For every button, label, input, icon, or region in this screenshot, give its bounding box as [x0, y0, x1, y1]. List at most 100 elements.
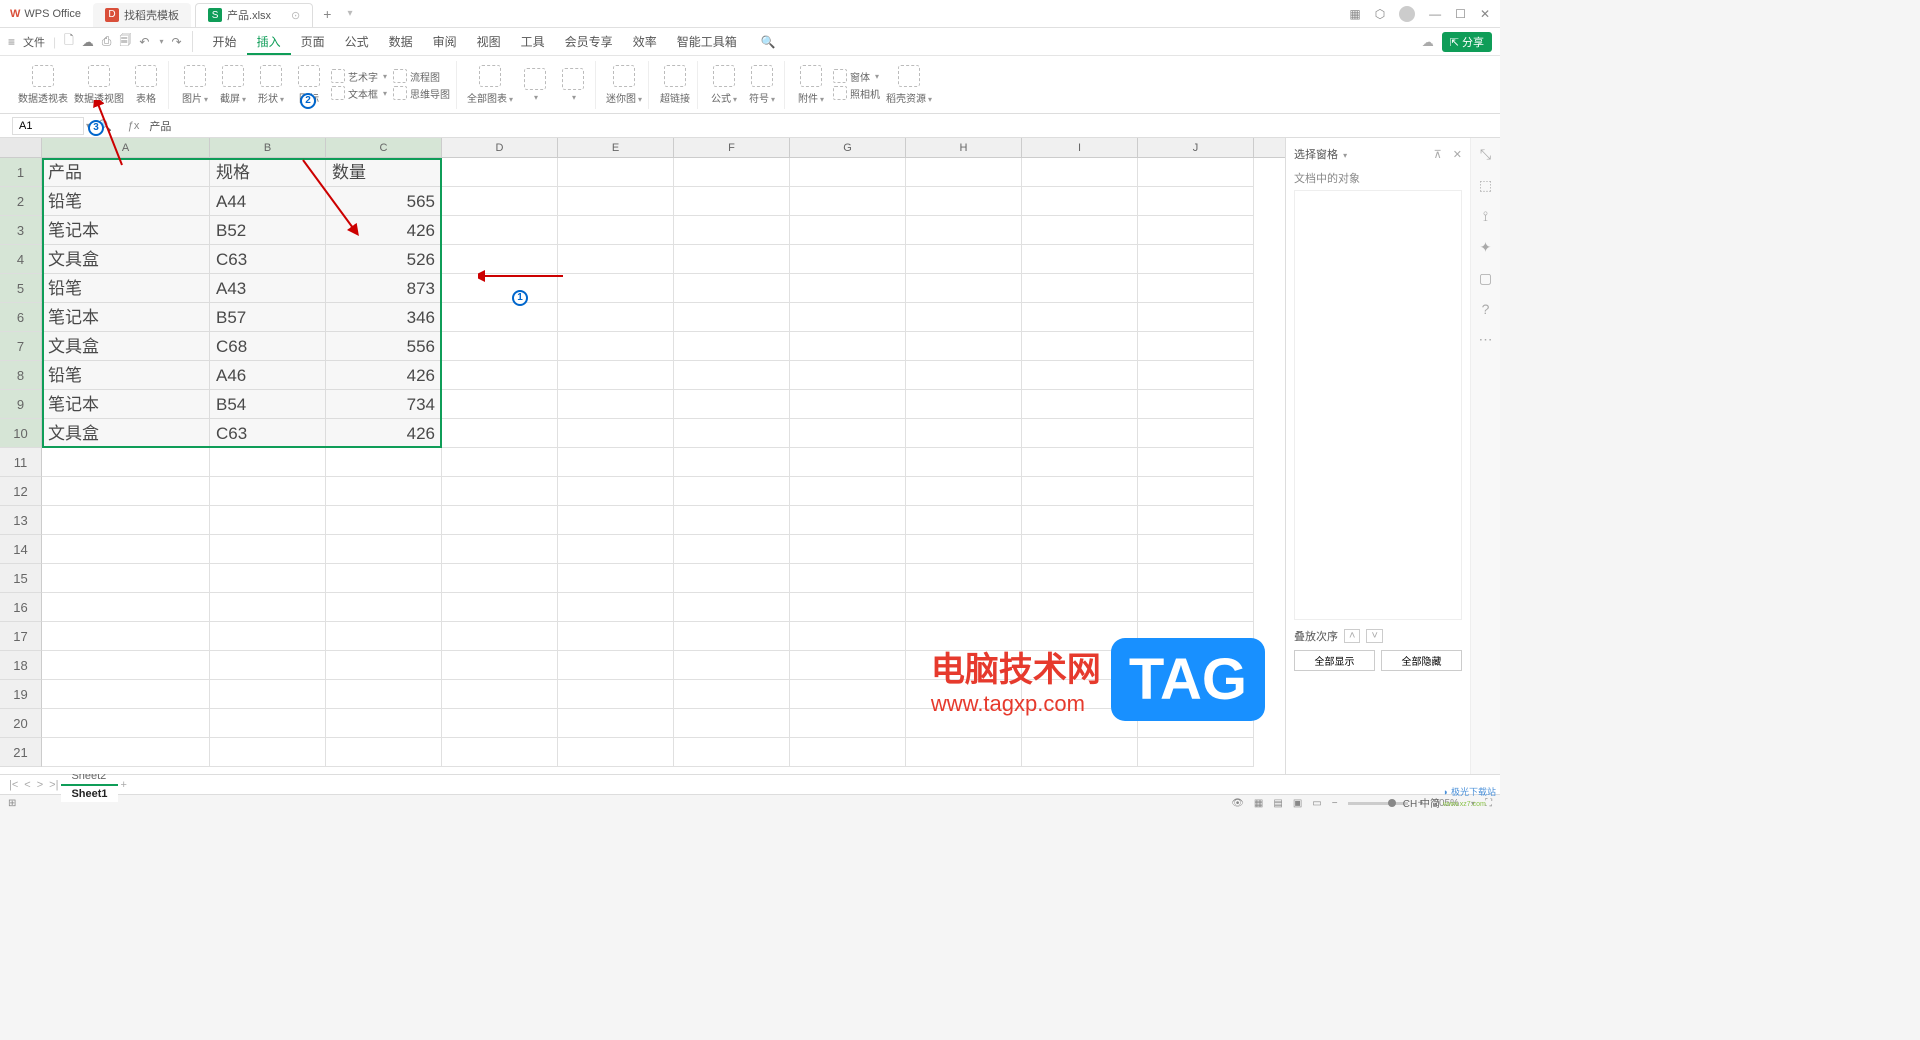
cell[interactable]	[790, 622, 906, 651]
cell[interactable]	[442, 593, 558, 622]
cell[interactable]	[674, 448, 790, 477]
cell[interactable]	[674, 622, 790, 651]
shapes-button[interactable]: 形状▾	[255, 65, 287, 105]
spark-icon[interactable]: ✦	[1480, 239, 1492, 256]
cell[interactable]	[558, 274, 674, 303]
cell[interactable]	[906, 274, 1022, 303]
cell[interactable]: A46	[210, 361, 326, 390]
cloud-sync-icon[interactable]: ☁	[1422, 35, 1434, 49]
cell[interactable]	[790, 680, 906, 709]
screenshot-button[interactable]: 截屏▾	[217, 65, 249, 105]
tablet-icon[interactable]: ▢	[1479, 270, 1492, 287]
row-header[interactable]: 17	[0, 622, 42, 651]
cell[interactable]	[558, 506, 674, 535]
cell[interactable]	[906, 187, 1022, 216]
cell[interactable]	[442, 187, 558, 216]
cell[interactable]	[1138, 709, 1254, 738]
cell[interactable]	[1138, 738, 1254, 767]
zoom-out-button[interactable]: −	[1332, 798, 1338, 809]
line-chart-button[interactable]: ▾	[557, 68, 589, 102]
cell[interactable]	[1138, 332, 1254, 361]
all-charts-button[interactable]: 全部图表▾	[467, 65, 513, 105]
cell[interactable]	[210, 680, 326, 709]
row-header[interactable]: 16	[0, 593, 42, 622]
cell[interactable]	[210, 448, 326, 477]
row-header[interactable]: 14	[0, 535, 42, 564]
tab-document[interactable]: S 产品.xlsx ⊙	[195, 3, 313, 27]
zoom-slider[interactable]	[1348, 802, 1408, 805]
cell[interactable]	[442, 361, 558, 390]
cell[interactable]: 346	[326, 303, 442, 332]
view-normal-icon[interactable]: ▦	[1254, 798, 1263, 809]
cell[interactable]	[442, 535, 558, 564]
row-header[interactable]: 15	[0, 564, 42, 593]
cell[interactable]	[906, 535, 1022, 564]
hamburger-icon[interactable]: ≡	[8, 35, 15, 49]
tab-more-icon[interactable]: ⊙	[291, 9, 300, 22]
cell[interactable]	[790, 158, 906, 187]
cell[interactable]	[210, 506, 326, 535]
cell[interactable]	[906, 651, 1022, 680]
cell[interactable]	[558, 448, 674, 477]
file-menu[interactable]: 文件	[23, 34, 45, 50]
hide-all-button[interactable]: 全部隐藏	[1381, 650, 1462, 671]
pivot-chart-button[interactable]: 数据透视图	[74, 65, 124, 105]
tab-add-button[interactable]: +	[315, 6, 339, 22]
cell[interactable]	[1022, 477, 1138, 506]
column-header[interactable]: A	[42, 138, 210, 157]
cell[interactable]	[558, 245, 674, 274]
cell[interactable]	[674, 535, 790, 564]
cell[interactable]: 526	[326, 245, 442, 274]
cell[interactable]	[326, 622, 442, 651]
cell[interactable]: 文具盒	[42, 419, 210, 448]
cell[interactable]	[558, 390, 674, 419]
cell[interactable]	[558, 564, 674, 593]
wordart-button[interactable]: 艺术字▾	[331, 69, 387, 84]
cell[interactable]	[442, 680, 558, 709]
cell[interactable]	[1138, 593, 1254, 622]
cell[interactable]	[42, 738, 210, 767]
menu-审阅[interactable]: 审阅	[423, 31, 467, 53]
cell[interactable]: 数量	[326, 158, 442, 187]
cell[interactable]	[442, 216, 558, 245]
cell[interactable]	[1138, 651, 1254, 680]
cell[interactable]	[1022, 709, 1138, 738]
cell[interactable]	[442, 274, 558, 303]
window-close-icon[interactable]: ✕	[1480, 7, 1490, 21]
cell[interactable]	[1138, 158, 1254, 187]
cell[interactable]	[1022, 564, 1138, 593]
cell[interactable]	[906, 245, 1022, 274]
row-header[interactable]: 13	[0, 506, 42, 535]
close-pane-icon[interactable]: ✕	[1453, 149, 1462, 161]
cell[interactable]	[558, 361, 674, 390]
cell[interactable]	[790, 274, 906, 303]
cell[interactable]	[442, 390, 558, 419]
menu-效率[interactable]: 效率	[623, 31, 667, 53]
hyperlink-button[interactable]: 超链接	[659, 65, 691, 105]
help-icon[interactable]: ?	[1482, 301, 1490, 317]
cell[interactable]	[790, 709, 906, 738]
cell[interactable]	[1138, 622, 1254, 651]
sheet-last-icon[interactable]: >|	[46, 779, 61, 791]
cell[interactable]: 铅笔	[42, 274, 210, 303]
cell[interactable]	[790, 361, 906, 390]
cell[interactable]	[1022, 390, 1138, 419]
cell[interactable]	[1138, 535, 1254, 564]
cell[interactable]	[442, 303, 558, 332]
cell[interactable]: 笔记本	[42, 390, 210, 419]
fx-icon[interactable]: ƒx	[128, 120, 140, 132]
cell[interactable]	[674, 477, 790, 506]
menu-页面[interactable]: 页面	[291, 31, 335, 53]
cell[interactable]	[1022, 419, 1138, 448]
cell[interactable]	[1022, 535, 1138, 564]
cell[interactable]	[1022, 274, 1138, 303]
cell[interactable]	[1022, 361, 1138, 390]
cell[interactable]: 734	[326, 390, 442, 419]
cell[interactable]	[906, 216, 1022, 245]
open-icon[interactable]: ☁	[82, 35, 94, 49]
move-up-button[interactable]: ˄	[1344, 629, 1360, 643]
cell[interactable]	[674, 245, 790, 274]
more-icon[interactable]: ⋯	[1479, 331, 1493, 348]
flowchart-button[interactable]: 流程图	[393, 69, 450, 84]
cell[interactable]	[442, 245, 558, 274]
